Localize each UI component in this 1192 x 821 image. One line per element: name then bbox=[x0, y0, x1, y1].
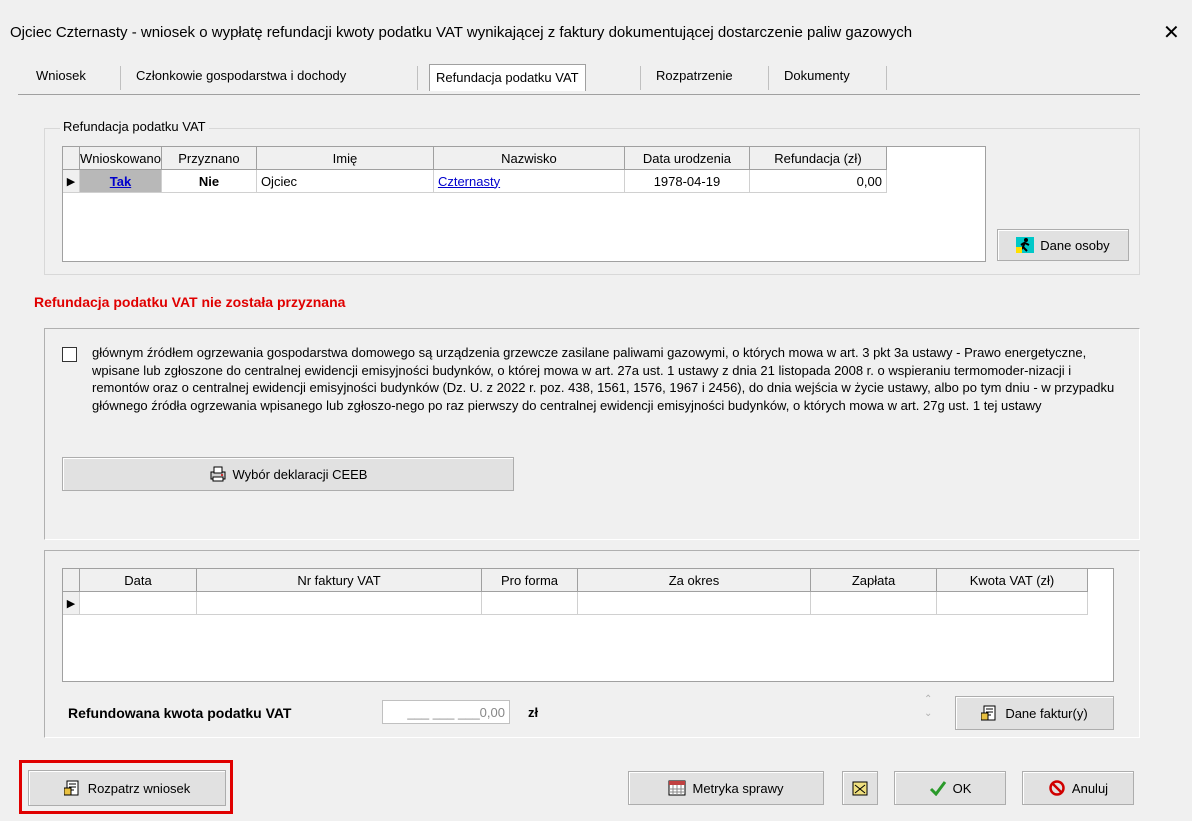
attachment-button[interactable] bbox=[842, 771, 878, 805]
wybor-deklaracji-button[interactable]: Wybór deklaracji CEEB bbox=[62, 457, 514, 491]
row-indicator-header bbox=[63, 569, 80, 592]
col-wnioskowano[interactable]: Wnioskowano bbox=[79, 147, 162, 170]
anuluj-label: Anuluj bbox=[1071, 780, 1109, 796]
za-okres-cell[interactable] bbox=[577, 591, 811, 615]
tab-dokumenty[interactable]: Dokumenty bbox=[778, 62, 856, 90]
dane-osoby-label: Dane osoby bbox=[1040, 237, 1110, 253]
dane-faktury-label: Dane faktur(y) bbox=[1005, 705, 1088, 721]
col-imie[interactable]: Imię bbox=[256, 147, 434, 170]
table-row[interactable]: ▶ Tak Nie Ojciec Czternasty 1978-04-19 0… bbox=[63, 169, 887, 193]
refundowana-kwota-label: Refundowana kwota podatku VAT bbox=[68, 705, 292, 721]
invoices-grid[interactable]: Data Nr faktury VAT Pro forma Za okres Z… bbox=[62, 568, 1114, 682]
row-indicator-header bbox=[63, 147, 80, 170]
checkmark-icon bbox=[929, 781, 946, 796]
ok-label: OK bbox=[952, 780, 972, 796]
row-pointer-icon: ▶ bbox=[63, 591, 80, 615]
refund-group-legend: Refundacja podatku VAT bbox=[60, 119, 209, 134]
col-kwota-vat[interactable]: Kwota VAT (zł) bbox=[936, 569, 1088, 592]
refundowana-kwota-field: ___ ___ ___0,00 bbox=[382, 700, 510, 724]
przyznano-cell: Nie bbox=[161, 169, 257, 193]
printer-icon bbox=[210, 466, 225, 482]
nazwisko-cell[interactable]: Czternasty bbox=[438, 174, 500, 189]
dane-osoby-button[interactable]: Dane osoby bbox=[997, 229, 1129, 261]
status-message: Refundacja podatku VAT nie została przyz… bbox=[34, 294, 346, 310]
kwota-vat-cell[interactable] bbox=[936, 591, 1088, 615]
col-przyznano[interactable]: Przyznano bbox=[161, 147, 257, 170]
tab-bar: Wniosek Członkowie gospodarstwa i dochod… bbox=[28, 62, 928, 94]
invoice-icon bbox=[981, 705, 996, 721]
data-urodzenia-cell: 1978-04-19 bbox=[624, 169, 750, 193]
cancel-icon bbox=[1049, 780, 1065, 796]
ceeb-checkbox-text: głównym źródłem ogrzewania gospodarstwa … bbox=[92, 345, 1115, 413]
col-nr-faktury[interactable]: Nr faktury VAT bbox=[196, 569, 482, 592]
metryka-sprawy-label: Metryka sprawy bbox=[692, 780, 784, 796]
window-title: Ojciec Czternasty - wniosek o wypłatę re… bbox=[10, 24, 913, 41]
refund-grid[interactable]: Wnioskowano Przyznano Imię Nazwisko Data… bbox=[62, 146, 986, 262]
col-data-urodzenia[interactable]: Data urodzenia bbox=[624, 147, 750, 170]
rozpatrz-wniosek-label: Rozpatrz wniosek bbox=[87, 780, 191, 796]
refundacja-cell: 0,00 bbox=[749, 169, 887, 193]
tab-rozpatrzenie[interactable]: Rozpatrzenie bbox=[650, 62, 739, 90]
col-data[interactable]: Data bbox=[79, 569, 197, 592]
review-icon bbox=[63, 780, 79, 796]
anuluj-button[interactable]: Anuluj bbox=[1022, 771, 1134, 805]
imie-cell: Ojciec bbox=[256, 169, 434, 193]
rozpatrz-wniosek-button[interactable]: Rozpatrz wniosek bbox=[28, 770, 226, 806]
tab-wniosek[interactable]: Wniosek bbox=[30, 62, 92, 90]
col-pro-forma[interactable]: Pro forma bbox=[481, 569, 578, 592]
metryka-sprawy-button[interactable]: Metryka sprawy bbox=[628, 771, 824, 805]
tab-refundacja[interactable]: Refundacja podatku VAT bbox=[429, 64, 586, 91]
tab-separator bbox=[640, 66, 641, 90]
clipboard-icon bbox=[852, 781, 868, 796]
ok-button[interactable]: OK bbox=[894, 771, 1006, 805]
person-running-icon bbox=[1016, 237, 1035, 253]
col-zaplata[interactable]: Zapłata bbox=[810, 569, 937, 592]
nr-faktury-cell[interactable] bbox=[196, 591, 482, 615]
close-icon[interactable]: ✕ bbox=[1163, 20, 1180, 45]
scroll-arrows-icon[interactable]: ⌃ ⌄ bbox=[924, 693, 932, 721]
wybor-deklaracji-label: Wybór deklaracji CEEB bbox=[232, 466, 368, 482]
tab-separator bbox=[886, 66, 887, 90]
tab-separator bbox=[120, 66, 121, 90]
col-refundacja[interactable]: Refundacja (zł) bbox=[749, 147, 887, 170]
wnioskowano-cell[interactable]: Tak bbox=[110, 174, 131, 189]
zaplata-cell[interactable] bbox=[810, 591, 937, 615]
ceeb-checkbox[interactable] bbox=[62, 347, 77, 362]
pro-forma-cell[interactable] bbox=[481, 591, 578, 615]
tab-separator bbox=[417, 66, 418, 90]
col-za-okres[interactable]: Za okres bbox=[577, 569, 811, 592]
dane-faktury-button[interactable]: Dane faktur(y) bbox=[955, 696, 1114, 730]
calendar-icon bbox=[668, 780, 686, 796]
row-pointer-icon: ▶ bbox=[63, 169, 80, 193]
tab-separator bbox=[768, 66, 769, 90]
tab-czlonkowie[interactable]: Członkowie gospodarstwa i dochody bbox=[130, 62, 352, 90]
refundowana-kwota-unit: zł bbox=[528, 705, 539, 720]
table-row[interactable]: ▶ bbox=[63, 591, 1088, 615]
col-nazwisko[interactable]: Nazwisko bbox=[433, 147, 625, 170]
data-cell[interactable] bbox=[79, 591, 197, 615]
